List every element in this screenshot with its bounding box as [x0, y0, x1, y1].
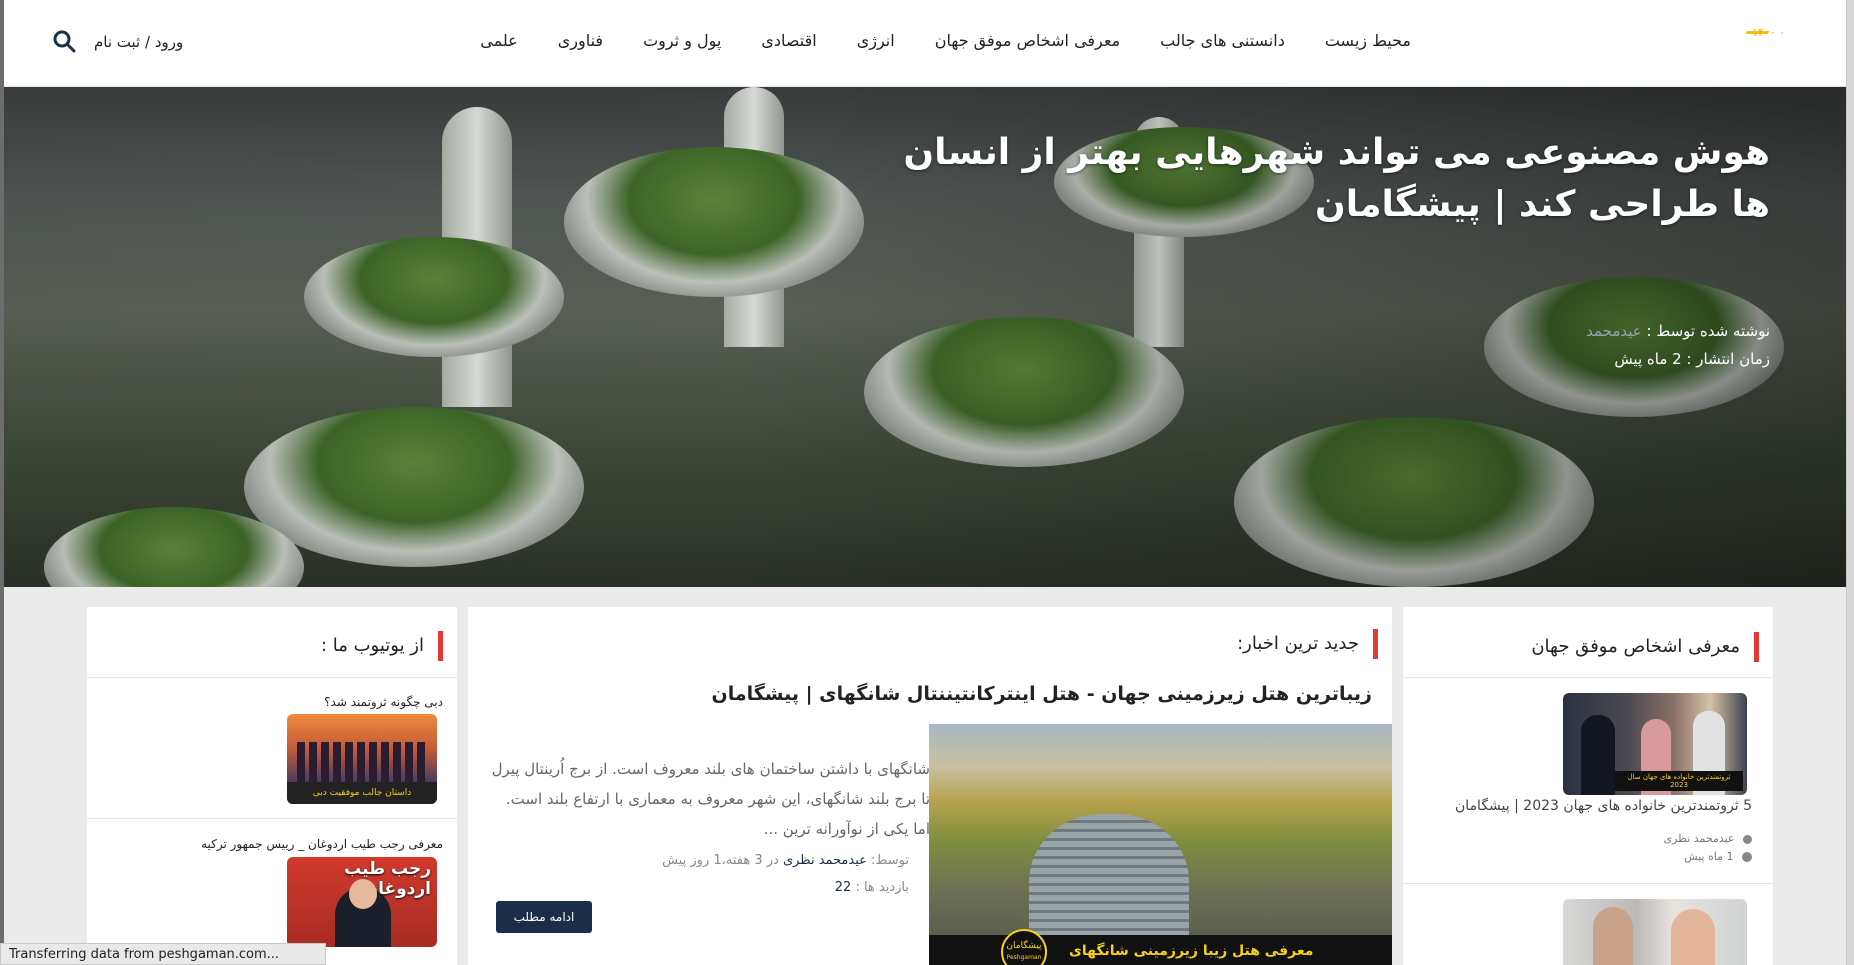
latest-news-excerpt: شانگهای با داشتن ساختمان های بلند معروف … [491, 760, 930, 838]
views-label: بازدید ها : [855, 880, 909, 895]
author-link[interactable]: عیدمحمد نظری [783, 853, 867, 868]
successful-people-heading: معرفی اشخاص موفق جهان [1531, 632, 1759, 662]
people-item-title[interactable]: 5 ثروتمندترین خانواده های جهان 2023 | پی… [1455, 798, 1752, 814]
youtube-item-title[interactable]: دبی چگونه ثروتمند شد؟ [324, 695, 443, 709]
thumb-person [1671, 909, 1715, 965]
hero-title[interactable]: هوش مصنوعی می تواند شهرهایی بهتر از انسا… [900, 127, 1770, 231]
read-more-button[interactable]: ادامه مطلب [496, 901, 592, 933]
people-item-author: عیدمحمد نظری [1663, 832, 1752, 845]
people-thumbnail-second[interactable] [1563, 899, 1747, 965]
brand-badge-text-en: Peshgaman [1006, 954, 1042, 961]
nav-item-science[interactable]: علمی [480, 31, 517, 50]
nav-item-energy[interactable]: انرژی [857, 31, 895, 50]
youtube-thumbnail-erdogan[interactable]: رجب طیب اردوغان [287, 857, 437, 947]
site-header: ۱۴۰۰ ۰ محیط زیست دانستنی های جالب معرفی … [4, 0, 1846, 87]
people-time-value: 1 ماه پیش [1684, 850, 1734, 863]
hero-author-label: نوشته شده توسط : [1646, 322, 1770, 340]
nav-item-environment[interactable]: محیط زیست [1325, 31, 1411, 50]
youtube-item[interactable]: دبی چگونه ثروتمند شد؟ [324, 695, 443, 709]
publish-date: در 3 هفته،1 روز پیش [662, 853, 779, 868]
site-logo[interactable]: ۱۴۰۰ ۰ [1719, 20, 1789, 39]
views-count: 22 [834, 880, 852, 895]
youtube-heading: از یوتیوب ما : [321, 631, 443, 661]
people-author-name[interactable]: عیدمحمد نظری [1663, 832, 1734, 845]
youtube-widget: از یوتیوب ما : دبی چگونه ثروتمند شد؟ داس… [87, 607, 457, 965]
thumb-caption-bar: داستان جالب موفقیت دبی [287, 782, 437, 804]
user-icon [1743, 834, 1752, 844]
divider [87, 677, 457, 678]
people-thumbnail-richest-families[interactable]: ثروتمندترین خانواده های جهان سال 2023 [1563, 693, 1747, 795]
browser-status-bar: Transferring data from peshgaman.com... [0, 943, 326, 965]
thumb-person-face [349, 879, 377, 909]
divider [87, 818, 457, 819]
clock-icon [1742, 852, 1752, 862]
hero-time-value: 2 ماه پیش [1614, 350, 1682, 368]
youtube-thumbnail-dubai[interactable]: داستان جالب موفقیت دبی [287, 714, 437, 804]
nav-item-technology[interactable]: فناوری [558, 31, 603, 50]
youtube-item[interactable]: معرفی رجب طیب اردوغان _ رییس جمهور ترکیه [201, 837, 443, 851]
youtube-item-title[interactable]: معرفی رجب طیب اردوغان _ رییس جمهور ترکیه [201, 837, 443, 851]
hero-time-label: زمان انتشار : [1686, 350, 1770, 368]
hero-time-line: زمان انتشار : 2 ماه پیش [1586, 345, 1770, 373]
people-item-time: 1 ماه پیش [1684, 850, 1752, 863]
skyline [297, 742, 427, 782]
latest-news-title[interactable]: زیباترین هتل زیرزمینی جهان - هتل اینترکا… [711, 683, 1372, 705]
latest-news-byline: توسط: عیدمحمد نظری در 3 هفته،1 روز پیش [662, 853, 909, 868]
scrollbar[interactable] [1846, 0, 1854, 965]
latest-news-heading: جدید ترین اخبار: [1237, 629, 1378, 659]
hero-author-line: نوشته شده توسط : عیدمحمد [1586, 317, 1770, 345]
login-register-link[interactable]: ورود / ثبت نام [94, 33, 183, 51]
hero-meta: نوشته شده توسط : عیدمحمد زمان انتشار : 2… [1586, 317, 1770, 373]
search-icon[interactable] [52, 29, 76, 53]
latest-news-image[interactable]: معرفی هتل زیبا زیرزمینی شانگهای پیشگامان… [929, 724, 1392, 965]
divider [1403, 883, 1773, 884]
nav-item-money-wealth[interactable]: پول و ثروت [643, 31, 721, 50]
hero-author-link[interactable]: عیدمحمد [1586, 322, 1642, 340]
logo-text: ۱۴۰۰ ۰ [1751, 26, 1785, 39]
image-caption: معرفی هتل زیبا زیرزمینی شانگهای [1069, 943, 1314, 959]
thumb-person [1593, 907, 1633, 965]
by-label: توسط: [871, 853, 909, 868]
thumb-person [1581, 715, 1615, 795]
nav-item-economy[interactable]: اقتصادی [761, 31, 816, 50]
thumb-caption: ثروتمندترین خانواده های جهان سال 2023 [1615, 771, 1743, 791]
nav-item-interesting-facts[interactable]: دانستنی های جالب [1160, 31, 1285, 50]
latest-news-views: بازدید ها : 22 [835, 880, 909, 895]
divider [1403, 677, 1773, 678]
nav-item-successful-people[interactable]: معرفی اشخاص موفق جهان [935, 31, 1120, 50]
brand-badge-text: پیشگامان [1006, 941, 1042, 951]
main-nav: محیط زیست دانستنی های جالب معرفی اشخاص م… [480, 31, 1411, 50]
